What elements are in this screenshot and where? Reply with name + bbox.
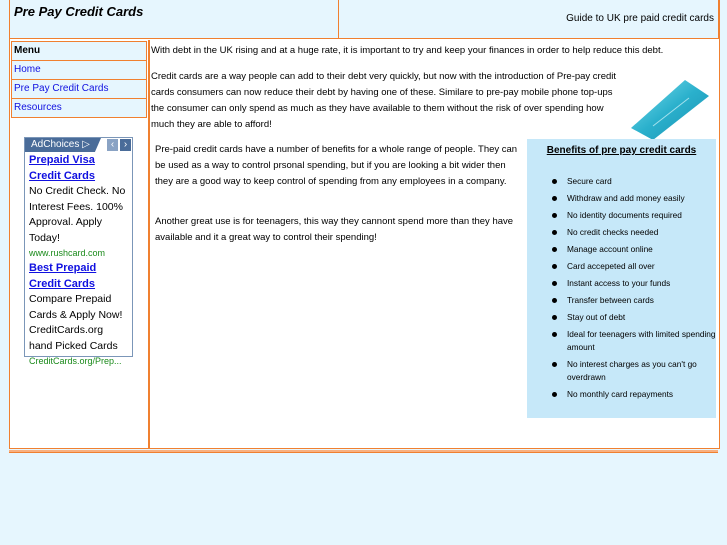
list-item: Stay out of debt: [550, 311, 716, 324]
ad-description: Compare Prepaid Cards & Apply Now! Credi…: [29, 293, 123, 352]
list-item: No credit checks needed: [550, 226, 716, 239]
paragraph: Pre-paid credit cards have a number of b…: [155, 144, 518, 187]
adchoices-button[interactable]: AdChoices ▷: [25, 138, 101, 152]
menu-item-pre-pay-credit-cards[interactable]: Pre Pay Credit Cards: [12, 80, 146, 99]
list-item: Withdraw and add money easily: [550, 192, 716, 205]
paragraph: Credit cards are a way people can add to…: [151, 71, 617, 130]
tagline: Guide to UK pre paid credit cards: [566, 13, 714, 24]
sidebar: Menu Home Pre Pay Credit Cards Resources…: [9, 40, 150, 448]
menu-heading: Menu: [12, 42, 146, 61]
list-item: Instant access to your funds: [550, 277, 716, 290]
menu: Menu Home Pre Pay Credit Cards Resources: [11, 41, 147, 118]
header-title-cell: Pre Pay Credit Cards: [9, 0, 339, 39]
ad-block: AdChoices ▷ ‹ › Prepaid Visa Credit Card…: [24, 137, 133, 366]
ad-toolbar: AdChoices ▷ ‹ ›: [25, 138, 132, 152]
prev-ad-icon[interactable]: ‹: [107, 139, 118, 151]
menu-item-home[interactable]: Home: [12, 61, 146, 80]
ad-description: No Credit Check. No Interest Fees. 100% …: [29, 185, 126, 244]
adchoices-icon: ▷: [82, 139, 90, 150]
intro-paragraph: With debt in the UK rising and at a huge…: [151, 45, 664, 56]
list-item: No monthly card repayments: [550, 388, 716, 401]
menu-item-resources[interactable]: Resources: [12, 99, 146, 117]
list-item: Transfer between cards: [550, 294, 716, 307]
list-item: No identity documents required: [550, 209, 716, 222]
ad-url-link[interactable]: CreditCards.org/Prep...: [29, 354, 128, 368]
paragraph: Another great use is for teenagers, this…: [155, 216, 514, 243]
list-item: Ideal for teenagers with limited spendin…: [550, 328, 716, 354]
header-tagline-cell: Guide to UK pre paid credit cards: [338, 0, 719, 39]
benefits-title: Benefits of pre pay credit cards: [546, 145, 697, 156]
ad-title-link[interactable]: Best Prepaid Credit Cards: [29, 260, 128, 292]
ad-url-link[interactable]: www.rushcard.com: [29, 246, 128, 260]
benefits-box: Benefits of pre pay credit cards Secure …: [527, 139, 716, 418]
benefits-list: Secure card Withdraw and add money easil…: [527, 175, 716, 401]
list-item: Manage account online: [550, 243, 716, 256]
site-title: Pre Pay Credit Cards: [14, 4, 144, 19]
list-item: Secure card: [550, 175, 716, 188]
credit-card-image: [623, 70, 713, 140]
list-item: Card accepeted all over: [550, 260, 716, 273]
footer-divider: [9, 450, 718, 453]
adchoices-label: AdChoices: [31, 139, 80, 150]
next-ad-icon[interactable]: ›: [120, 139, 131, 151]
list-item: No interest charges as you can't go over…: [550, 358, 716, 384]
ad-title-link[interactable]: Prepaid Visa Credit Cards: [29, 152, 128, 184]
